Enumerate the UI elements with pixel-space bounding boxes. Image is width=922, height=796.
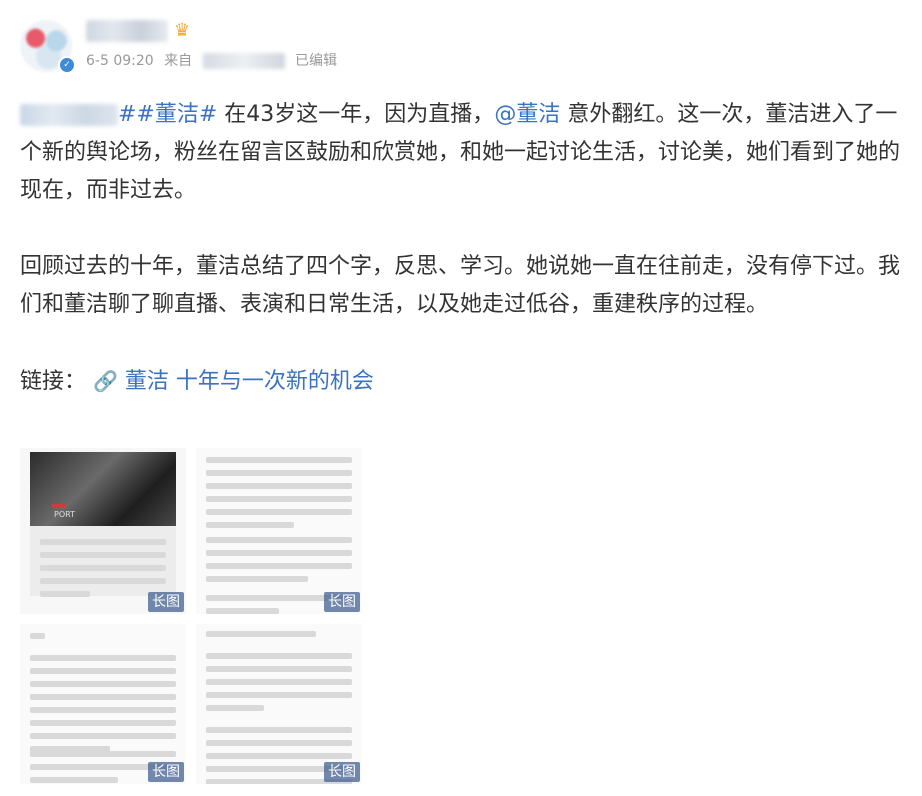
username[interactable]: [86, 20, 168, 42]
long-image-badge: 长图: [148, 592, 184, 612]
image-2[interactable]: 长图: [196, 448, 362, 614]
image-3[interactable]: 长图: [20, 624, 186, 784]
paragraph-2: 回顾过去的十年，董洁总结了四个字，反思、学习。她说她一直在往前走，没有停下过。我…: [20, 254, 901, 317]
post-source[interactable]: [202, 53, 285, 69]
long-image-badge: 长图: [324, 762, 360, 782]
paragraph-text: 在43岁这一年，因为直播，: [217, 102, 495, 127]
long-image-badge: 长图: [148, 762, 184, 782]
mentioned-user[interactable]: [20, 104, 118, 126]
crown-icon: ♛: [174, 20, 191, 41]
post-timestamp[interactable]: 6-5 09:20: [86, 53, 154, 69]
article-excerpt: [30, 526, 176, 597]
edited-label[interactable]: 已编辑: [295, 53, 337, 69]
image-4[interactable]: 长图: [196, 624, 362, 784]
article-link[interactable]: 董洁 十年与一次新的机会: [125, 369, 374, 394]
link-icon: 🔗: [93, 369, 118, 393]
topic-tag[interactable]: ##董洁#: [118, 102, 217, 127]
link-line: 链接： 🔗 董洁 十年与一次新的机会: [20, 362, 910, 401]
link-prefix: 链接：: [20, 369, 87, 394]
mention-link[interactable]: @董洁: [494, 102, 560, 127]
post-body: ##董洁# 在43岁这一年，因为直播，@董洁 意外翻红。这一次，董洁进入了一个新…: [20, 96, 910, 401]
source-prefix: 来自: [164, 53, 193, 69]
long-image-badge: 长图: [324, 592, 360, 612]
article-photo: PORT: [30, 452, 176, 532]
image-1[interactable]: PORT 长图: [20, 448, 186, 614]
post-meta: 6-5 09:20 来自 已编辑: [86, 50, 343, 70]
paragraph-1: ##董洁# 在43岁这一年，因为直播，@董洁 意外翻红。这一次，董洁进入了一个新…: [20, 96, 910, 210]
post-header: ✓ ♛ 6-5 09:20 来自 已编辑: [20, 18, 900, 78]
verified-badge-icon: ✓: [58, 56, 76, 74]
